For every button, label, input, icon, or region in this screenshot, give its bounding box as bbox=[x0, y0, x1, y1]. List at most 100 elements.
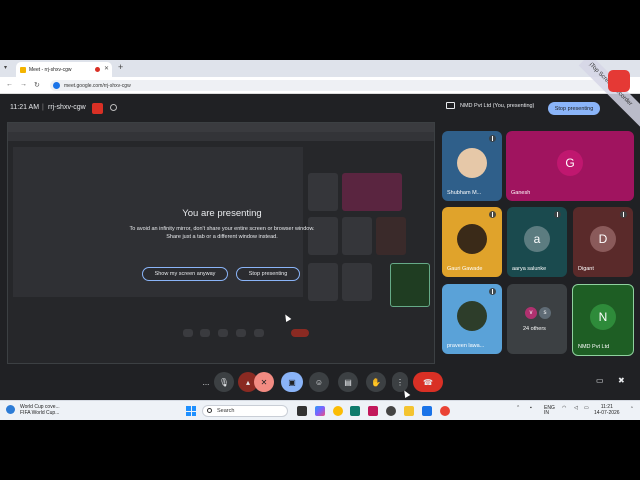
mirror-tile bbox=[376, 217, 406, 255]
meeting-code: rrj-shxv-cgw bbox=[48, 104, 86, 111]
edge-icon[interactable] bbox=[350, 406, 360, 416]
present-button[interactable]: ▣ bbox=[281, 372, 303, 392]
tray-app-icon[interactable]: ▪ bbox=[530, 405, 532, 411]
participant-photo bbox=[457, 224, 487, 254]
participant-name: Gauri Gawade bbox=[447, 266, 483, 272]
info-icon[interactable] bbox=[110, 104, 117, 111]
mirror-tile bbox=[390, 263, 430, 307]
presenter-label: NMD Pvt Ltd (You, presenting) bbox=[460, 102, 535, 109]
forward-icon[interactable]: → bbox=[20, 81, 27, 88]
participant-tile-ganesh[interactable]: G Ganesh bbox=[506, 131, 634, 201]
windows-taskbar: World Cup cove... FIFA World Cup... Sear… bbox=[0, 400, 640, 420]
more-vert-icon: ⋮ bbox=[396, 377, 404, 387]
leave-call-button[interactable]: ☎ bbox=[413, 372, 443, 392]
participant-name: Digant bbox=[578, 266, 594, 272]
participant-tile-digant[interactable]: D Digant bbox=[573, 207, 633, 277]
others-avatar: v bbox=[524, 306, 538, 320]
recording-indicator-icon bbox=[95, 67, 100, 72]
chrome-active-icon[interactable] bbox=[440, 406, 450, 416]
mic-muted-icon bbox=[489, 211, 496, 218]
close-tab-icon[interactable]: ✕ bbox=[104, 65, 109, 72]
settings-icon[interactable] bbox=[386, 406, 396, 416]
new-tab-button[interactable]: + bbox=[118, 62, 123, 72]
system-clock[interactable]: 11:21 14-07-2026 bbox=[594, 404, 620, 416]
participant-photo bbox=[457, 148, 487, 178]
store-icon[interactable] bbox=[422, 406, 432, 416]
volume-icon[interactable]: ◁ bbox=[574, 405, 578, 411]
mirror-control bbox=[218, 329, 228, 337]
participant-name: Shubham M... bbox=[447, 190, 482, 196]
mirror-control bbox=[254, 329, 264, 337]
meet-window: 11:21 AM | rrj-shxv-cgw NMD Pvt Ltd (You… bbox=[0, 94, 640, 400]
search-icon bbox=[207, 408, 212, 413]
presenter-info: NMD Pvt Ltd (You, presenting) bbox=[446, 102, 534, 109]
participant-tile-gauri[interactable]: Gauri Gawade bbox=[442, 207, 502, 277]
language-indicator[interactable]: ENG IN bbox=[544, 406, 555, 416]
camera-in-use-icon bbox=[53, 82, 60, 89]
notifications-icon[interactable]: ◔ bbox=[630, 405, 633, 411]
tab-list-icon[interactable]: ▾ bbox=[4, 64, 7, 71]
participant-tile-nmd[interactable]: N NMD Pvt Ltd bbox=[572, 284, 634, 356]
mirror-control bbox=[236, 329, 246, 337]
present-icon: ▣ bbox=[288, 377, 296, 387]
hang-up-icon: ☎ bbox=[423, 377, 433, 387]
present-screen-icon bbox=[446, 102, 455, 109]
copilot-icon[interactable] bbox=[315, 406, 325, 416]
stop-presenting-button[interactable]: Stop presenting bbox=[236, 267, 300, 281]
mirror-control bbox=[183, 329, 193, 337]
mic-icon: 🎙 bbox=[218, 377, 230, 387]
battery-icon[interactable]: ▭ bbox=[584, 405, 589, 411]
app-icon[interactable] bbox=[368, 406, 378, 416]
emoji-icon: ☺ bbox=[314, 377, 324, 387]
browser-tab[interactable]: Meet - rrj-shxv-cgw ✕ bbox=[16, 62, 112, 77]
taskbar-search[interactable]: Search bbox=[202, 405, 288, 417]
overlay-message-1: To avoid an infinity mirror, don't share… bbox=[129, 226, 315, 232]
meet-favicon-icon bbox=[20, 66, 26, 73]
mic-muted-icon bbox=[489, 135, 496, 142]
screen: ▾ Meet - rrj-shxv-cgw ✕ + — ← → ↻ meet.g… bbox=[0, 0, 640, 480]
browser-tab-strip: ▾ Meet - rrj-shxv-cgw ✕ + — bbox=[0, 60, 640, 77]
participant-tile-others[interactable]: v s 24 others bbox=[507, 284, 567, 354]
reload-icon[interactable]: ↻ bbox=[34, 81, 40, 89]
avatar: G bbox=[557, 150, 583, 176]
task-view-icon[interactable] bbox=[297, 406, 307, 416]
show-screen-anyway-button[interactable]: Show my screen anyway bbox=[142, 267, 228, 281]
microphone-button[interactable]: 🎙 bbox=[214, 372, 234, 392]
file-explorer-icon[interactable] bbox=[404, 406, 414, 416]
shared-screen-preview bbox=[7, 122, 435, 364]
back-icon[interactable]: ← bbox=[6, 81, 13, 88]
chrome-icon[interactable] bbox=[333, 406, 343, 416]
more-options-left-button[interactable]: ... bbox=[196, 372, 216, 392]
news-line-2: FIFA World Cup... bbox=[20, 410, 60, 416]
emoji-button[interactable]: ☺ bbox=[309, 372, 329, 392]
participant-name: aarya salunke bbox=[512, 266, 547, 272]
wifi-icon[interactable]: ◠ bbox=[562, 405, 566, 411]
captions-button[interactable]: ▤ bbox=[338, 372, 358, 392]
url-field[interactable]: meet.google.com/rrj-shxv-cgw bbox=[50, 80, 610, 91]
meeting-time: 11:21 AM bbox=[10, 104, 40, 111]
clock-date: 14-07-2026 bbox=[594, 410, 620, 416]
mouse-cursor bbox=[401, 388, 411, 399]
chevron-up-icon[interactable]: ⌃ bbox=[516, 405, 520, 411]
recorder-watermark: iTop Screen Recorder bbox=[570, 60, 640, 130]
mirror-tile bbox=[342, 173, 402, 211]
participant-tile-aarya[interactable]: a aarya salunke bbox=[507, 207, 567, 277]
mirror-tile bbox=[342, 263, 372, 301]
news-icon bbox=[6, 405, 15, 414]
lang-line-2: IN bbox=[544, 410, 549, 416]
participant-name: NMD Pvt Ltd bbox=[578, 344, 610, 350]
avatar: N bbox=[590, 304, 616, 330]
participant-tile-shubham[interactable]: Shubham M... bbox=[442, 131, 502, 201]
mic-muted-icon bbox=[489, 288, 496, 295]
windows-start-icon[interactable] bbox=[186, 406, 196, 416]
chat-icon[interactable]: ▭ bbox=[596, 376, 604, 385]
raise-hand-button[interactable]: ✋ bbox=[366, 372, 386, 392]
participant-tile-praveen[interactable]: praveen lawa... bbox=[442, 284, 502, 354]
mic-muted-icon bbox=[620, 211, 627, 218]
mirror-address-bar bbox=[8, 132, 434, 141]
activities-icon[interactable]: ✖ bbox=[618, 376, 625, 385]
mic-muted-icon bbox=[554, 211, 561, 218]
participant-name: 24 others bbox=[523, 326, 546, 332]
camera-off-button[interactable]: ✕ bbox=[254, 372, 274, 392]
header-separator: | bbox=[42, 104, 44, 111]
